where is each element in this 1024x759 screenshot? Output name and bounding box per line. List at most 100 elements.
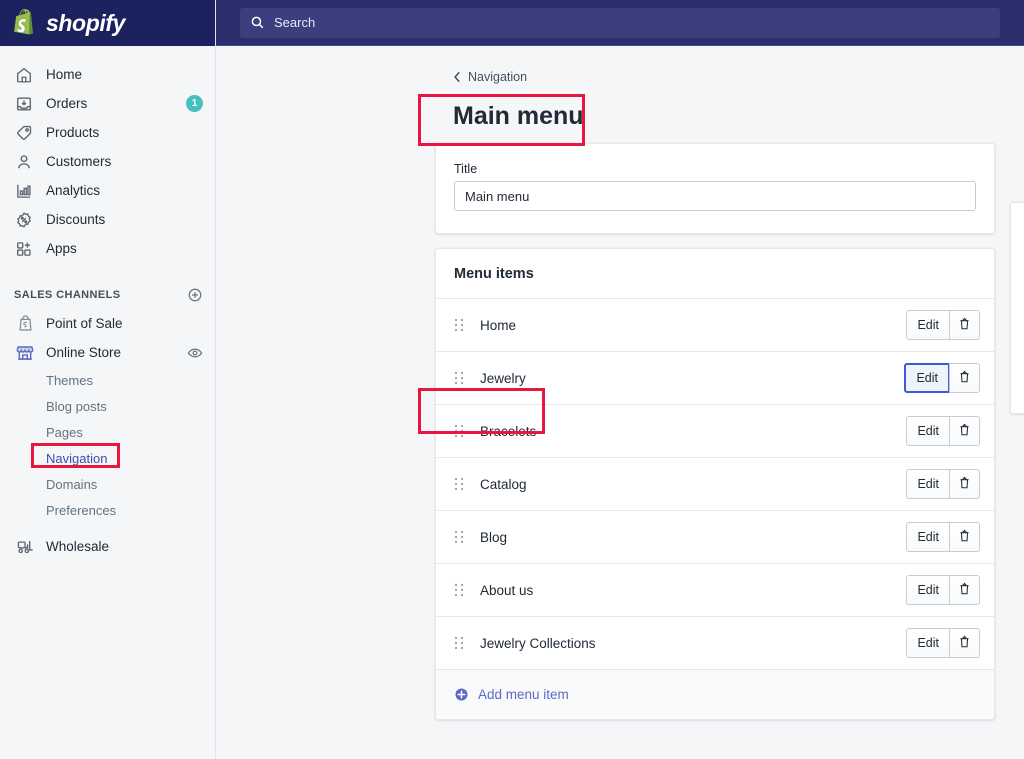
sidebar-item-online-store[interactable]: Online Store <box>0 338 215 367</box>
breadcrumb[interactable]: Navigation <box>453 70 527 84</box>
drag-handle-icon[interactable] <box>454 371 464 385</box>
drag-handle-icon[interactable] <box>454 530 464 544</box>
delete-button[interactable] <box>949 469 980 499</box>
menu-row-label: Jewelry <box>480 370 526 386</box>
menu-row-label: Bracelets <box>480 423 537 439</box>
edit-button[interactable]: Edit <box>906 522 949 552</box>
delete-button[interactable] <box>949 310 980 340</box>
menu-items-header: Menu items <box>436 249 994 299</box>
delete-button[interactable] <box>949 575 980 605</box>
menu-row-label: Jewelry Collections <box>480 635 596 651</box>
sidebar-item-label: Discounts <box>46 212 106 227</box>
drag-handle-icon[interactable] <box>454 477 464 491</box>
sidebar-subitem-label: Pages <box>46 424 83 440</box>
drag-handle-icon[interactable] <box>454 318 464 332</box>
trash-icon <box>958 317 971 334</box>
percent-badge-icon <box>14 210 34 230</box>
search-input[interactable]: Search <box>240 7 1000 38</box>
content-column: Search Navigation Main menu Title Main m… <box>216 0 1024 759</box>
title-input[interactable] <box>454 181 976 211</box>
delete-button[interactable] <box>949 628 980 658</box>
sales-channels-label: SALES CHANNELS <box>14 289 121 301</box>
edit-button[interactable]: Edit <box>904 363 949 393</box>
menu-row[interactable]: Bracelets Edit <box>436 405 994 458</box>
delete-button[interactable] <box>949 522 980 552</box>
sidebar-item-preferences[interactable]: Preferences <box>0 497 215 523</box>
orders-count-badge: 1 <box>186 95 203 112</box>
menu-row-label: About us <box>480 582 534 598</box>
chevron-left-icon <box>453 71 462 83</box>
sidebar-item-orders[interactable]: Orders 1 <box>0 89 215 118</box>
trash-icon <box>958 582 971 599</box>
sidebar-item-point-of-sale[interactable]: Point of Sale <box>0 309 215 338</box>
trash-icon <box>958 370 971 387</box>
sidebar-item-domains[interactable]: Domains <box>0 471 215 497</box>
sidebar-subitem-label: Domains <box>46 476 98 492</box>
eye-icon[interactable] <box>187 345 203 361</box>
delete-button[interactable] <box>949 416 980 446</box>
menu-row[interactable]: Catalog Edit <box>436 458 994 511</box>
brand-name: shopify <box>46 9 125 36</box>
edit-button[interactable]: Edit <box>906 416 949 446</box>
sales-channels-section-header: SALES CHANNELS <box>0 281 215 309</box>
sidebar-item-label: Products <box>46 125 100 140</box>
trash-icon <box>958 476 971 493</box>
sidebar-item-wholesale[interactable]: Wholesale <box>0 532 215 561</box>
plus-circle-icon[interactable] <box>187 287 203 303</box>
drag-handle-icon[interactable] <box>454 636 464 650</box>
add-menu-item-label: Add menu item <box>478 687 569 702</box>
drag-handle-icon[interactable] <box>454 583 464 597</box>
shopify-bag-icon <box>14 9 39 37</box>
shopify-admin-window: shopify Home Orders 1 Products Customers… <box>0 0 1024 759</box>
edit-button[interactable]: Edit <box>906 575 949 605</box>
trash-icon <box>958 529 971 546</box>
sidebar-item-home[interactable]: Home <box>0 60 215 89</box>
sidebar-item-label: Orders <box>46 96 88 111</box>
sidebar-item-navigation[interactable]: Navigation <box>0 445 215 471</box>
sidebar-item-discounts[interactable]: Discounts <box>0 205 215 234</box>
row-actions: Edit <box>904 363 980 393</box>
pos-bag-icon <box>14 314 36 334</box>
sidebar-item-apps[interactable]: Apps <box>0 234 215 263</box>
menu-items-heading: Menu items <box>454 266 534 282</box>
menu-row[interactable]: About us Edit <box>436 564 994 617</box>
sidebar-subitem-label: Blog posts <box>46 398 107 414</box>
edit-button[interactable]: Edit <box>906 469 949 499</box>
sidebar-subitem-label: Navigation <box>46 450 108 466</box>
bar-chart-icon <box>14 181 34 201</box>
sidebar-item-blog-posts[interactable]: Blog posts <box>0 393 215 419</box>
brand-bar: shopify <box>0 0 215 46</box>
edit-button[interactable]: Edit <box>906 310 949 340</box>
sidebar-item-label: Home <box>46 67 83 82</box>
menu-row-label: Home <box>480 317 517 333</box>
sidebar-item-themes[interactable]: Themes <box>0 367 215 393</box>
sidebar-item-customers[interactable]: Customers <box>0 147 215 176</box>
edit-button[interactable]: Edit <box>906 628 949 658</box>
menu-row[interactable]: Home Edit <box>436 299 994 352</box>
sidebar-item-label: Customers <box>46 154 112 169</box>
delete-button[interactable] <box>949 363 980 393</box>
sidebar-item-pages[interactable]: Pages <box>0 419 215 445</box>
breadcrumb-label: Navigation <box>468 70 528 84</box>
forklift-icon <box>14 537 36 557</box>
row-actions: Edit <box>906 416 980 446</box>
add-menu-item-button[interactable]: Add menu item <box>454 687 569 702</box>
sidebar-item-analytics[interactable]: Analytics <box>0 176 215 205</box>
sidebar-item-products[interactable]: Products <box>0 118 215 147</box>
row-actions: Edit <box>906 310 980 340</box>
trash-icon <box>958 635 971 652</box>
secondary-card-partial <box>1010 202 1024 414</box>
main-content: Navigation Main menu Title Menu items <box>216 46 1024 759</box>
tag-icon <box>14 123 34 143</box>
sidebar-item-label: Point of Sale <box>46 316 123 331</box>
sidebar-item-label: Online Store <box>46 345 122 360</box>
menu-row[interactable]: Blog Edit <box>436 511 994 564</box>
drag-handle-icon[interactable] <box>454 424 464 438</box>
sidebar: shopify Home Orders 1 Products Customers… <box>0 0 216 759</box>
orders-inbox-icon <box>14 94 34 114</box>
apps-grid-plus-icon <box>14 239 34 259</box>
menu-row-jewelry[interactable]: Jewelry Edit <box>436 352 994 405</box>
sidebar-subitem-label: Themes <box>46 372 93 388</box>
menu-row[interactable]: Jewelry Collections Edit <box>436 617 994 670</box>
row-actions: Edit <box>906 469 980 499</box>
